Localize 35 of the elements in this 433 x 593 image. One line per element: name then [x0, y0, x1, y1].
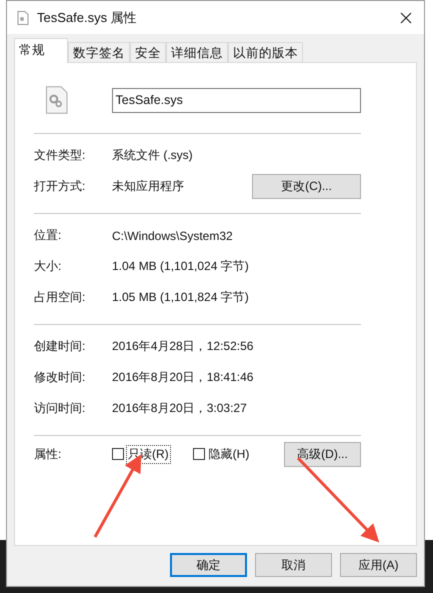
tab[interactable]: 数字签名 — [68, 42, 130, 62]
field-label: 属性: — [34, 446, 62, 462]
field-label: 创建时间: — [34, 338, 86, 355]
field-value: 2016年4月28日，12:52:56 — [112, 338, 254, 355]
field-label: 修改时间: — [34, 369, 86, 386]
field-value: 系统文件 (.sys) — [112, 147, 194, 164]
dialog-button[interactable]: 取消 — [255, 553, 332, 577]
field-value: 未知应用程序 — [112, 178, 185, 195]
checkbox-label[interactable]: 隐藏(H) — [206, 444, 252, 464]
advanced-button[interactable]: 高级(D)... — [284, 442, 361, 466]
dialog-button[interactable]: 确定 — [170, 553, 247, 577]
window-title: TesSafe.sys 属性 — [37, 8, 137, 26]
tab[interactable]: 以前的版本 — [228, 42, 303, 62]
dialog-button[interactable]: 应用(A) — [340, 553, 417, 577]
field-value: 1.05 MB (1,101,824 字节) — [112, 289, 250, 306]
tab[interactable]: 安全 — [130, 42, 166, 62]
field-value: 2016年8月20日，3:03:27 — [112, 400, 248, 417]
field-label: 占用空间: — [34, 289, 86, 306]
field-label: 打开方式: — [34, 178, 86, 195]
file-name-field[interactable]: TesSafe.sys — [112, 88, 361, 112]
field-value: C:\Windows\System32 — [112, 228, 234, 242]
gear-file-icon — [46, 86, 68, 114]
field-value: 2016年8月20日，18:41:46 — [112, 369, 254, 386]
field-value: 1.04 MB (1,101,024 字节) — [112, 258, 250, 275]
field-label: 文件类型: — [34, 147, 86, 164]
tab[interactable]: 详细信息 — [166, 42, 228, 62]
close-icon[interactable] — [400, 12, 412, 24]
field-label: 访问时间: — [34, 400, 86, 417]
checkbox[interactable] — [112, 448, 124, 460]
checkbox[interactable] — [192, 448, 205, 460]
field-label: 大小: — [34, 258, 62, 275]
tab[interactable]: 常规 — [14, 38, 68, 63]
field-label: 位置: — [34, 227, 62, 244]
change-button[interactable]: 更改(C)... — [252, 174, 361, 199]
file-icon — [17, 10, 29, 24]
